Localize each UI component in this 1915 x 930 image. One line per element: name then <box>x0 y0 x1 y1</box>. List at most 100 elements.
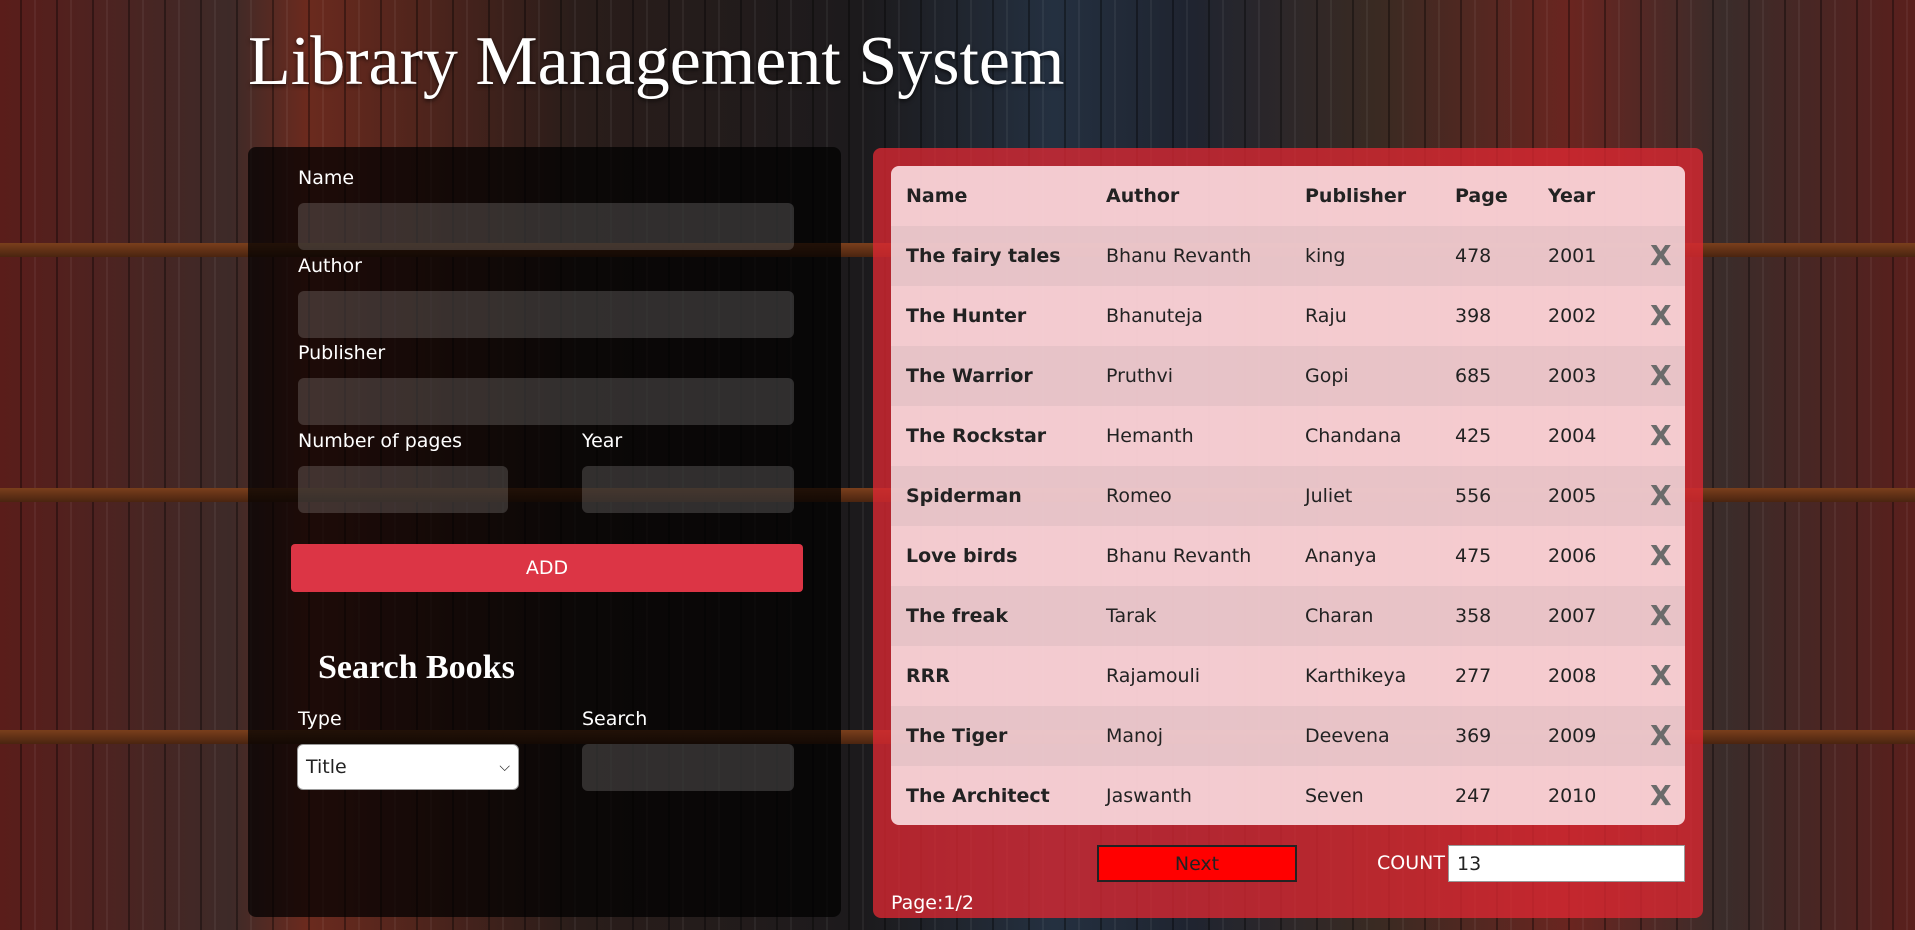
delete-row-button[interactable]: X <box>1650 346 1672 406</box>
search-label: Search <box>582 708 648 730</box>
page-indicator: Page:1/2 <box>891 892 974 914</box>
type-selected-value: Title <box>306 756 347 778</box>
name-label: Name <box>298 167 355 189</box>
row-page: 478 <box>1455 245 1492 267</box>
pages-label: Number of pages <box>298 430 463 452</box>
row-author: Jaswanth <box>1106 785 1192 807</box>
row-name: Spiderman <box>906 485 1022 507</box>
author-label: Author <box>298 255 362 277</box>
row-year: 2001 <box>1548 245 1597 267</box>
row-page: 398 <box>1455 305 1492 327</box>
row-name: The Architect <box>906 785 1050 807</box>
publisher-input[interactable] <box>298 378 794 425</box>
row-name: Love birds <box>906 545 1018 567</box>
delete-row-button[interactable]: X <box>1650 226 1672 286</box>
row-name: The Warrior <box>906 365 1033 387</box>
table-row: The Hunter Bhanuteja Raju 398 2002 X <box>891 286 1685 346</box>
type-label: Type <box>298 708 342 730</box>
header-publisher: Publisher <box>1305 185 1407 207</box>
row-author: Bhanuteja <box>1106 305 1203 327</box>
row-publisher: Deevena <box>1305 725 1390 747</box>
add-button[interactable]: ADD <box>291 544 803 592</box>
row-year: 2007 <box>1548 605 1597 627</box>
type-select[interactable]: Title ⌵ <box>297 744 519 790</box>
row-publisher: Ananya <box>1305 545 1377 567</box>
page-title: Library Management System <box>248 23 1065 100</box>
row-name: RRR <box>906 665 950 687</box>
table-header-row: Name Author Publisher Page Year <box>891 166 1685 226</box>
count-label: COUNT <box>1377 852 1445 874</box>
next-page-button[interactable]: Next <box>1097 845 1297 882</box>
delete-row-button[interactable]: X <box>1650 706 1672 766</box>
table-row: Spiderman Romeo Juliet 556 2005 X <box>891 466 1685 526</box>
row-author: Pruthvi <box>1106 365 1173 387</box>
delete-row-button[interactable]: X <box>1650 646 1672 706</box>
row-page: 425 <box>1455 425 1492 447</box>
books-table-panel: Name Author Publisher Page Year The fair… <box>873 148 1703 918</box>
row-name: The fairy tales <box>906 245 1061 267</box>
row-publisher: Raju <box>1305 305 1347 327</box>
search-books-heading: Search Books <box>318 649 515 686</box>
row-name: The Hunter <box>906 305 1027 327</box>
row-author: Bhanu Revanth <box>1106 545 1252 567</box>
table-row: The Tiger Manoj Deevena 369 2009 X <box>891 706 1685 766</box>
delete-row-button[interactable]: X <box>1650 406 1672 466</box>
row-year: 2002 <box>1548 305 1597 327</box>
row-year: 2008 <box>1548 665 1597 687</box>
row-page: 369 <box>1455 725 1492 747</box>
row-year: 2006 <box>1548 545 1597 567</box>
row-author: Hemanth <box>1106 425 1194 447</box>
row-page: 277 <box>1455 665 1492 687</box>
row-author: Romeo <box>1106 485 1172 507</box>
table-row: The Warrior Pruthvi Gopi 685 2003 X <box>891 346 1685 406</box>
table-row: RRR Rajamouli Karthikeya 277 2008 X <box>891 646 1685 706</box>
header-page: Page <box>1455 185 1508 207</box>
delete-row-button[interactable]: X <box>1650 586 1672 646</box>
row-name: The Rockstar <box>906 425 1047 447</box>
header-name: Name <box>906 185 968 207</box>
table-row: Love birds Bhanu Revanth Ananya 475 2006… <box>891 526 1685 586</box>
row-publisher: Chandana <box>1305 425 1402 447</box>
row-page: 556 <box>1455 485 1492 507</box>
add-book-form: Name Author Publisher Number of pages Ye… <box>248 147 841 917</box>
table-row: The Architect Jaswanth Seven 247 2010 X <box>891 766 1685 825</box>
search-input[interactable] <box>582 744 794 791</box>
count-input[interactable] <box>1448 845 1685 882</box>
row-publisher: Juliet <box>1305 485 1353 507</box>
author-input[interactable] <box>298 291 794 338</box>
chevron-down-icon: ⌵ <box>499 759 510 775</box>
books-table: Name Author Publisher Page Year The fair… <box>891 166 1685 825</box>
row-page: 475 <box>1455 545 1492 567</box>
row-page: 685 <box>1455 365 1492 387</box>
row-author: Tarak <box>1106 605 1157 627</box>
year-label: Year <box>582 430 623 452</box>
row-page: 358 <box>1455 605 1492 627</box>
delete-row-button[interactable]: X <box>1650 526 1672 586</box>
row-page: 247 <box>1455 785 1492 807</box>
header-year: Year <box>1548 185 1596 207</box>
row-publisher: Karthikeya <box>1305 665 1407 687</box>
pages-input[interactable] <box>298 466 508 513</box>
row-year: 2010 <box>1548 785 1597 807</box>
header-author: Author <box>1106 185 1180 207</box>
delete-row-button[interactable]: X <box>1650 286 1672 346</box>
row-author: Manoj <box>1106 725 1163 747</box>
table-row: The freak Tarak Charan 358 2007 X <box>891 586 1685 646</box>
table-row: The Rockstar Hemanth Chandana 425 2004 X <box>891 406 1685 466</box>
row-year: 2005 <box>1548 485 1597 507</box>
row-publisher: Gopi <box>1305 365 1349 387</box>
row-publisher: Charan <box>1305 605 1374 627</box>
delete-row-button[interactable]: X <box>1650 466 1672 526</box>
delete-row-button[interactable]: X <box>1650 766 1672 825</box>
row-name: The freak <box>906 605 1008 627</box>
row-publisher: king <box>1305 245 1346 267</box>
row-year: 2009 <box>1548 725 1597 747</box>
row-year: 2004 <box>1548 425 1597 447</box>
row-name: The Tiger <box>906 725 1008 747</box>
year-input[interactable] <box>582 466 794 513</box>
table-row: The fairy tales Bhanu Revanth king 478 2… <box>891 226 1685 286</box>
publisher-label: Publisher <box>298 342 386 364</box>
name-input[interactable] <box>298 203 794 250</box>
row-year: 2003 <box>1548 365 1597 387</box>
row-publisher: Seven <box>1305 785 1364 807</box>
